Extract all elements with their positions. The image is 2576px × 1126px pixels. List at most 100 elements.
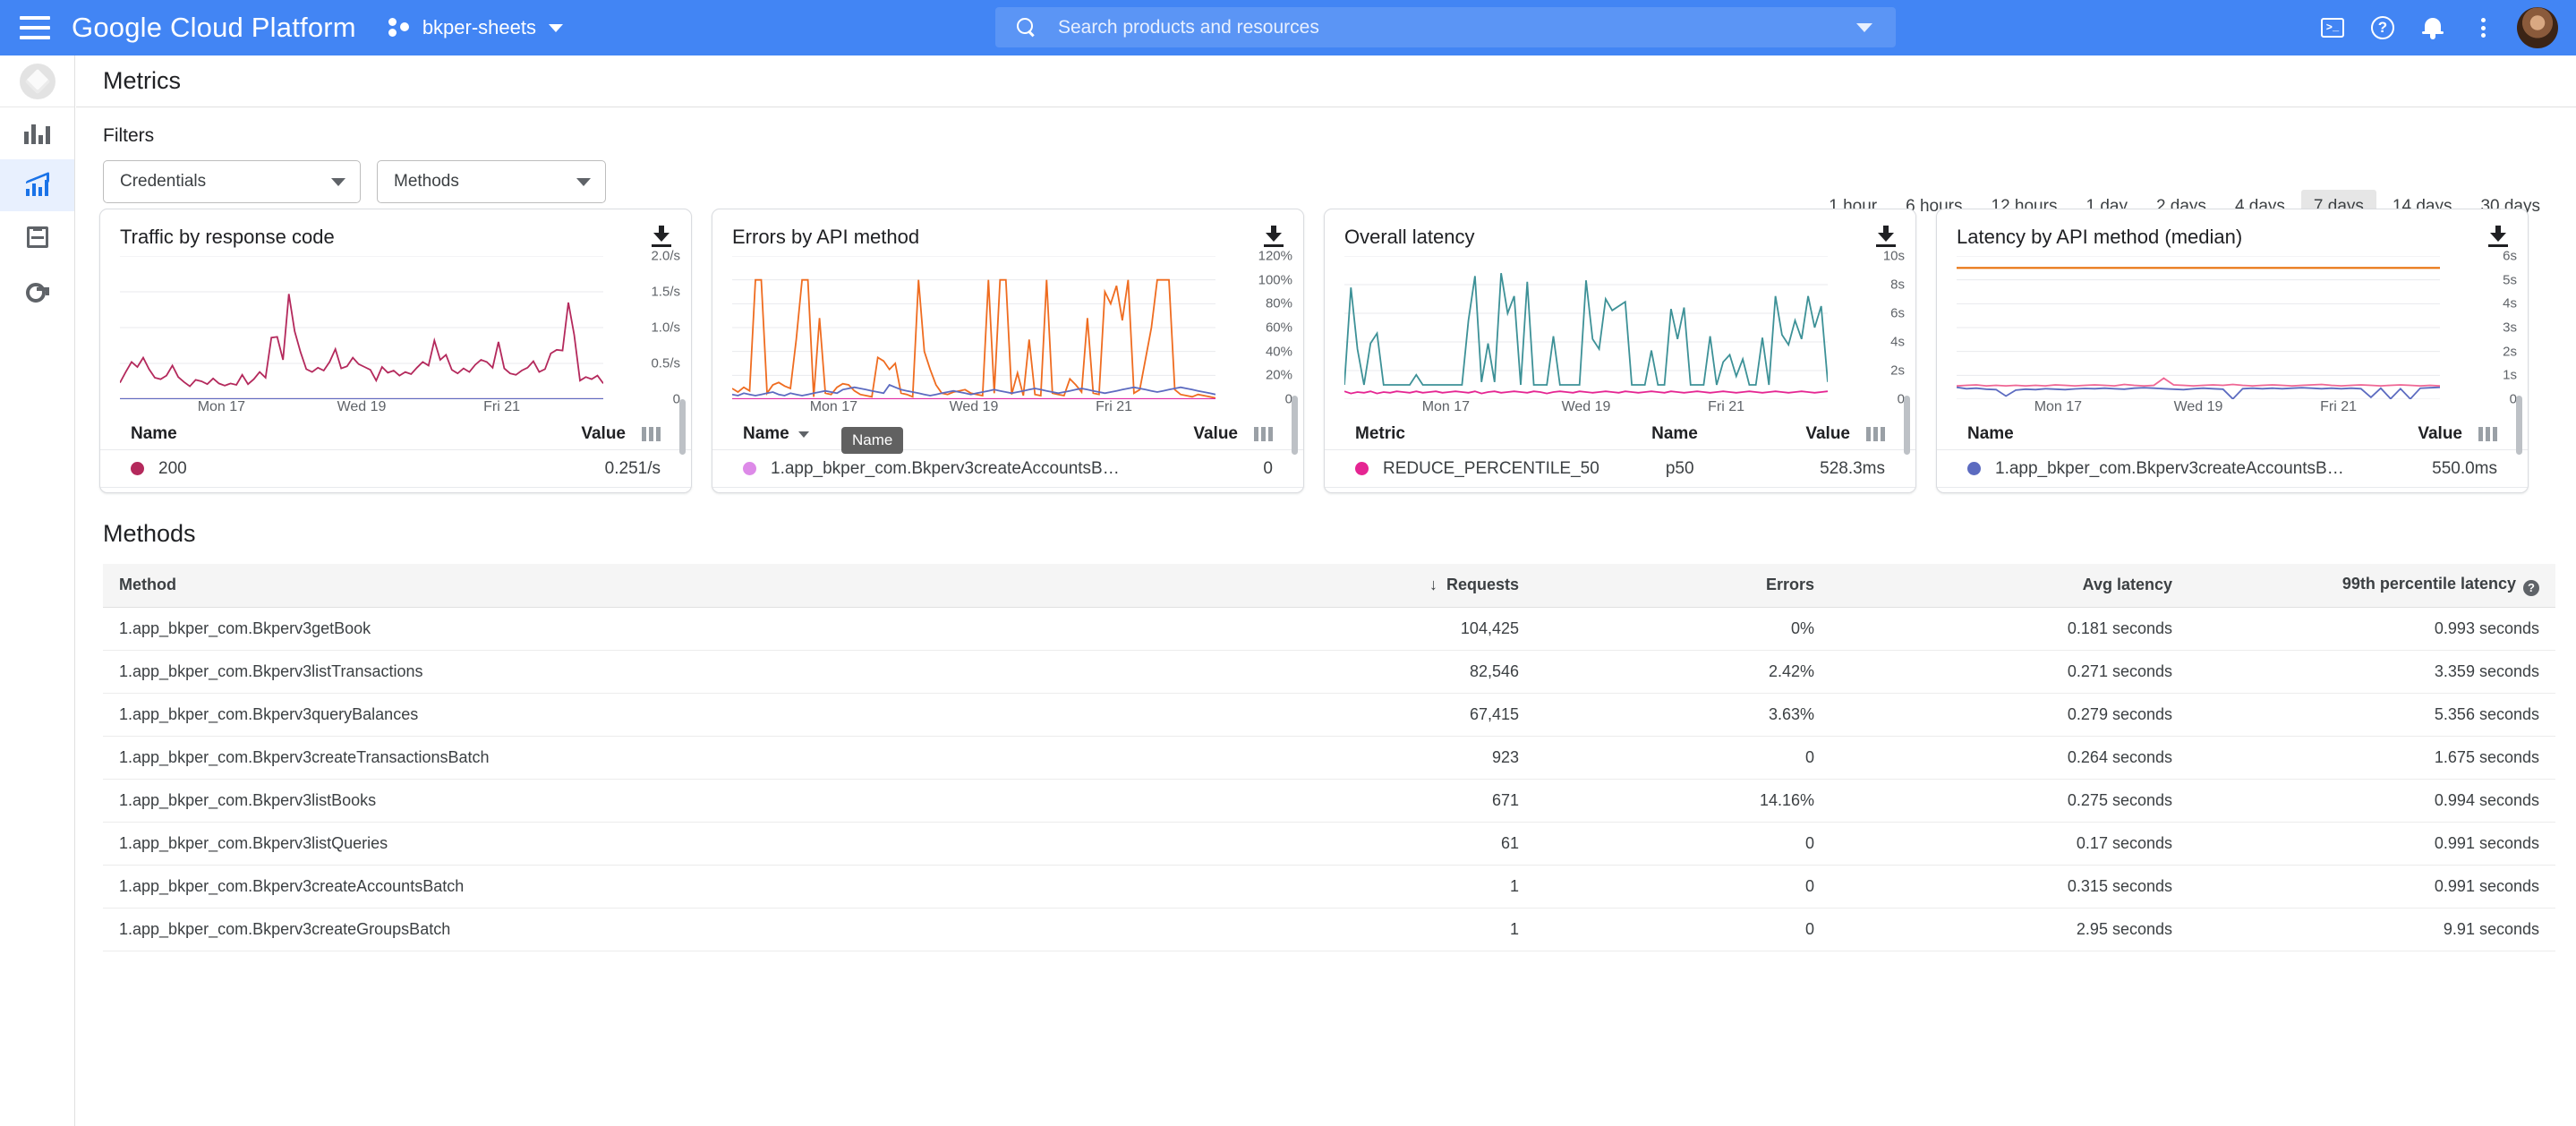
legend-row[interactable]: REDUCE_PERCENTILE_50 p50 528.3ms	[1325, 449, 1915, 487]
download-icon[interactable]	[2488, 226, 2508, 247]
col-p99-latency[interactable]: 99th percentile latency?	[2188, 564, 2555, 608]
legend-col-value[interactable]: Value	[1193, 424, 1238, 444]
sidebar-item-metrics[interactable]	[0, 159, 74, 211]
sidebar-item-credentials[interactable]	[0, 263, 74, 315]
y-axis-tick-label: 4s	[2503, 295, 2517, 311]
columns-icon[interactable]	[1866, 427, 1885, 441]
legend-col-name[interactable]: Name	[1967, 424, 2014, 444]
key-icon	[25, 283, 49, 303]
card-header: Overall latency	[1325, 209, 1915, 249]
legend-col-name[interactable]: Name	[743, 424, 789, 444]
x-axis-tick-label: Mon 17	[809, 399, 858, 414]
cell-method: 1.app_bkper_com.Bkperv3createAccountsBat…	[103, 865, 1213, 908]
legend-row[interactable]: 1.app_bkper_com.Bkperv3createGroupsBatch…	[712, 487, 1303, 492]
dashboard-icon	[24, 123, 50, 144]
legend-col-value[interactable]: Value	[1805, 424, 1850, 444]
legend-col-name[interactable]: Name	[131, 424, 177, 444]
table-row[interactable]: 1.app_bkper_com.Bkperv3queryBalances 67,…	[103, 693, 2555, 737]
cell-method: 1.app_bkper_com.Bkperv3listTransactions	[103, 650, 1213, 694]
help-icon[interactable]: ?	[2523, 579, 2539, 596]
sidebar-item-dashboard[interactable]	[0, 107, 74, 159]
cell-p99-latency: 0.991 seconds	[2188, 822, 2555, 866]
card-legend: Name Value 1.app_bkper_com.Bkperv3create…	[712, 419, 1303, 492]
cell-method: 1.app_bkper_com.Bkperv3queryBalances	[103, 693, 1213, 737]
methods-filter-select[interactable]: Methods	[377, 160, 606, 203]
api-diamond-icon	[19, 63, 55, 99]
cell-requests: 61	[1213, 822, 1535, 866]
legend-row[interactable]: 200 0.251/s	[100, 449, 691, 487]
sidebar-item-library[interactable]	[0, 211, 74, 263]
metrics-cards: Traffic by response code 0 0.5/s 1.0/s 1.5/…	[76, 201, 2576, 493]
legend-scrollbar[interactable]	[1292, 396, 1298, 455]
table-row[interactable]: 1.app_bkper_com.Bkperv3createAccountsBat…	[103, 865, 2555, 908]
methods-title: Methods	[103, 520, 196, 547]
download-icon[interactable]	[1876, 226, 1896, 247]
credentials-filter-select[interactable]: Credentials	[103, 160, 361, 203]
menu-icon[interactable]	[20, 16, 50, 39]
library-icon	[26, 226, 48, 248]
search-input[interactable]: Search products and resources	[995, 7, 1896, 47]
columns-icon[interactable]	[1254, 427, 1273, 441]
col-requests[interactable]: ↓ Requests	[1213, 564, 1535, 608]
y-axis-tick-label: 100%	[1258, 272, 1292, 288]
cell-requests: 1	[1213, 908, 1535, 951]
card-legend: Name Value 1.app_bkper_com.Bkperv3create…	[1937, 419, 2528, 492]
y-axis-tick-label: 8s	[1890, 277, 1905, 293]
legend-row[interactable]: 1.app_bkper_com.Bkperv3createGroupsBatch…	[1937, 487, 2528, 492]
search-chevron-down-icon[interactable]	[1856, 22, 1872, 32]
legend-row[interactable]: REDUCE_PERCENTILE_95 p95 952.8ms	[1325, 487, 1915, 492]
legend-col-value[interactable]: Value	[581, 424, 626, 444]
chart-plot: 0 0.5/s 1.0/s 1.5/s 2.0/s Mon 17 Wed 19 Fri 21	[120, 249, 682, 414]
legend-row[interactable]: 400 0.001/s	[100, 487, 691, 492]
columns-icon[interactable]	[642, 427, 661, 441]
y-axis-tick-label: 120%	[1258, 248, 1292, 264]
table-row[interactable]: 1.app_bkper_com.Bkperv3listQueries 61 0 …	[103, 822, 2555, 866]
col-p99-label: 99th percentile latency	[2341, 575, 2516, 593]
col-avg-latency[interactable]: Avg latency	[1830, 564, 2188, 608]
col-method[interactable]: Method	[103, 564, 1213, 608]
sort-chevron-down-icon[interactable]	[798, 431, 809, 438]
cell-requests: 104,425	[1213, 607, 1535, 651]
col-requests-label: Requests	[1446, 576, 1519, 594]
col-errors[interactable]: Errors	[1535, 564, 1830, 608]
x-axis-tick-label: Fri 21	[483, 399, 521, 414]
legend-row[interactable]: 1.app_bkper_com.Bkperv3createAccountsB… …	[712, 449, 1303, 487]
columns-icon[interactable]	[2478, 427, 2497, 441]
table-row[interactable]: 1.app_bkper_com.Bkperv3getBook 104,425 0…	[103, 607, 2555, 651]
y-axis-tick-label: 0.5/s	[651, 355, 680, 371]
download-icon[interactable]	[1264, 226, 1284, 247]
cell-requests: 671	[1213, 779, 1535, 823]
cell-p99-latency: 0.991 seconds	[2188, 865, 2555, 908]
card-errors-by-api-method: Errors by API method 0 20% 40% 60% 80% 100% 12…	[712, 209, 1304, 493]
legend-scrollbar[interactable]	[679, 399, 686, 455]
legend-col-value[interactable]: Value	[2418, 424, 2462, 444]
legend-row[interactable]: 1.app_bkper_com.Bkperv3createAccountsB… …	[1937, 449, 2528, 487]
notifications-bell-icon[interactable]	[2408, 3, 2458, 53]
card-title: Errors by API method	[732, 226, 920, 248]
table-row[interactable]: 1.app_bkper_com.Bkperv3listTransactions …	[103, 650, 2555, 694]
table-row[interactable]: 1.app_bkper_com.Bkperv3createTransaction…	[103, 736, 2555, 780]
cell-errors: 0	[1535, 822, 1830, 866]
cell-requests: 67,415	[1213, 693, 1535, 737]
legend-scrollbar[interactable]	[2516, 396, 2522, 455]
y-axis-tick-label: 80%	[1265, 295, 1292, 311]
table-row[interactable]: 1.app_bkper_com.Bkperv3listBooks 671 14.…	[103, 779, 2555, 823]
rail-item-api-overview[interactable]	[0, 55, 74, 107]
card-header: Errors by API method	[712, 209, 1303, 249]
cell-avg-latency: 0.271 seconds	[1830, 650, 2188, 694]
more-options-icon[interactable]	[2458, 3, 2508, 53]
methods-filter-label: Methods	[394, 172, 459, 191]
legend-col-metric[interactable]: Metric	[1355, 424, 1651, 444]
download-icon[interactable]	[652, 226, 671, 247]
x-axis-tick-label: Wed 19	[337, 399, 387, 414]
cloud-shell-icon[interactable]: >_	[2307, 3, 2358, 53]
legend-col-name[interactable]: Name	[1651, 424, 1805, 444]
table-row[interactable]: 1.app_bkper_com.Bkperv3createGroupsBatch…	[103, 908, 2555, 951]
legend-scrollbar[interactable]	[1904, 396, 1910, 455]
project-selector[interactable]: bkper-sheets	[388, 16, 563, 39]
avatar[interactable]	[2517, 7, 2558, 48]
y-axis-tick-label: 1.5/s	[651, 284, 680, 300]
cell-p99-latency: 5.356 seconds	[2188, 693, 2555, 737]
help-icon[interactable]: ?	[2358, 3, 2408, 53]
x-axis-tick-label: Wed 19	[949, 399, 999, 414]
